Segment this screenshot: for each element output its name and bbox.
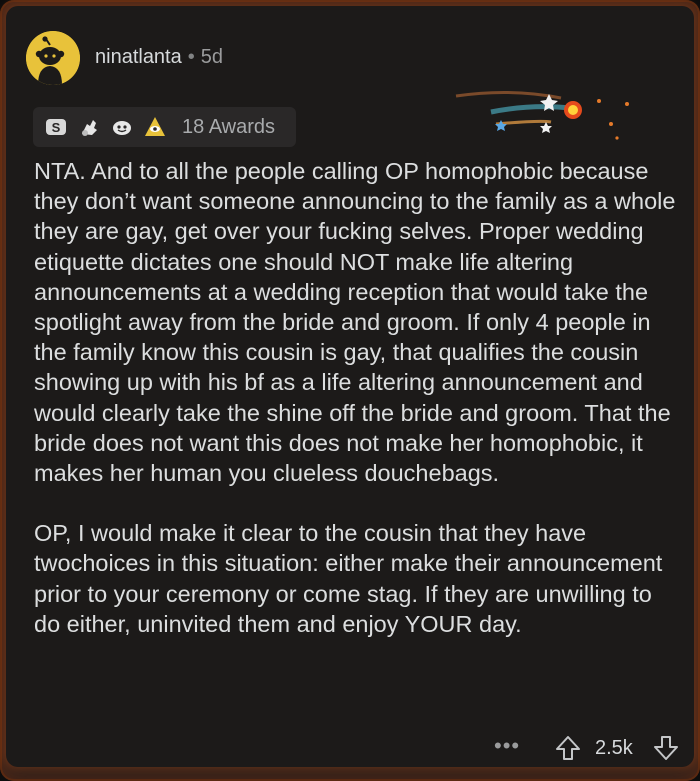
user-avatar[interactable]: [26, 31, 80, 85]
helpful-hand-icon: [82, 120, 97, 136]
upvote-arrow-icon[interactable]: [554, 734, 582, 762]
comment-actions: ••• 2.5k: [486, 731, 680, 765]
svg-text:S: S: [52, 120, 61, 135]
awards-count: 18 Awards: [182, 116, 276, 138]
fireworks-flair-icon: [455, 90, 629, 140]
comment-meta: ninatlanta • 5d: [95, 46, 223, 69]
downvote-arrow-icon[interactable]: [652, 734, 680, 762]
vote-score: 2.5k: [595, 737, 633, 759]
app-frame: ninatlanta • 5d S 18 Awards NTA. And to …: [0, 0, 700, 781]
username-link[interactable]: ninatlanta: [95, 46, 182, 68]
comment-paragraph-2: OP, I would make it clear to the cousin …: [34, 520, 663, 637]
more-options-button[interactable]: •••: [494, 733, 520, 759]
snoo-avatar-icon: [26, 31, 80, 85]
wholesome-face-icon: [113, 121, 131, 135]
meta-separator: •: [187, 46, 195, 68]
silver-award-icon: S: [46, 119, 66, 135]
comment-paragraph-1: NTA. And to all the people calling OP ho…: [34, 158, 676, 487]
comment-card: ninatlanta • 5d S 18 Awards NTA. And to …: [6, 6, 694, 767]
comment-age: 5d: [200, 46, 224, 68]
all-seeing-upvote-icon: [145, 117, 165, 136]
awards-button[interactable]: S 18 Awards: [33, 107, 296, 147]
comment-body: NTA. And to all the people calling OP ho…: [34, 156, 684, 669]
